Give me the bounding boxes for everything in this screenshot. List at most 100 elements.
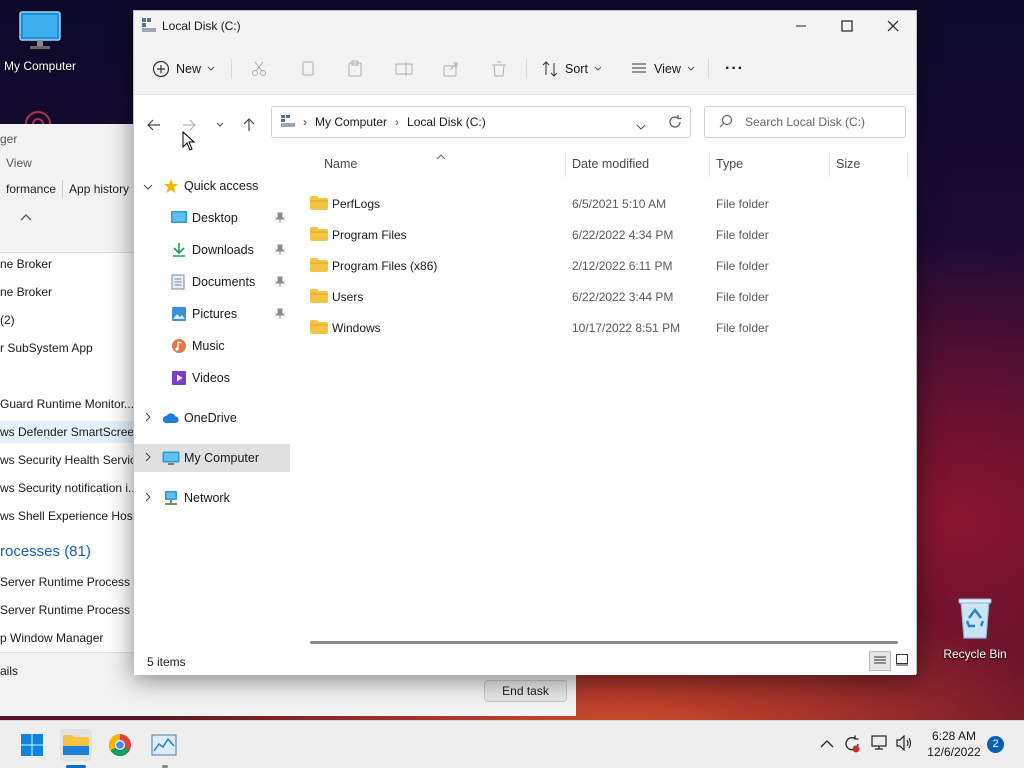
- scissors-icon: [252, 61, 266, 76]
- column-divider[interactable]: [565, 153, 566, 177]
- search-placeholder: Search Local Disk (C:): [745, 115, 866, 129]
- document-icon: [171, 274, 185, 293]
- process-row[interactable]: Server Runtime Process: [0, 571, 134, 593]
- close-button[interactable]: [870, 11, 916, 41]
- cut-button[interactable]: [250, 57, 268, 81]
- column-header-date-modified[interactable]: Date modified: [572, 157, 649, 171]
- back-button[interactable]: [142, 113, 166, 137]
- monitor-icon: [162, 451, 180, 469]
- process-row[interactable]: ne Broker: [0, 281, 134, 303]
- end-task-button[interactable]: End task: [484, 680, 567, 702]
- toolbar-separator: [526, 59, 527, 79]
- process-row[interactable]: Guard Runtime Monitor...: [0, 393, 134, 415]
- column-divider[interactable]: [829, 153, 830, 177]
- process-row[interactable]: ws Security Health Service: [0, 449, 134, 471]
- view-button-label: View: [654, 62, 681, 76]
- star-icon: [163, 178, 179, 197]
- task-manager-menu-view[interactable]: View: [6, 156, 32, 170]
- up-button[interactable]: [237, 113, 261, 137]
- search-box[interactable]: Search Local Disk (C:): [704, 106, 906, 138]
- new-button[interactable]: New: [152, 57, 215, 81]
- process-group-header[interactable]: rocesses (81): [0, 541, 134, 563]
- update-sync-icon[interactable]: [843, 735, 861, 756]
- minimize-button[interactable]: [778, 11, 824, 41]
- taskbar-task-manager[interactable]: [148, 729, 180, 761]
- refresh-icon[interactable]: [668, 115, 682, 132]
- nav-onedrive[interactable]: OneDrive: [134, 404, 290, 432]
- process-row[interactable]: p Window Manager: [0, 627, 134, 649]
- column-divider[interactable]: [907, 153, 908, 177]
- recent-locations-button[interactable]: [208, 113, 232, 137]
- file-row[interactable]: Users 6/22/2022 3:44 PM File folder: [310, 283, 906, 314]
- file-type: File folder: [716, 228, 769, 242]
- nav-downloads[interactable]: Downloads: [134, 236, 290, 264]
- nav-documents[interactable]: Documents: [134, 268, 290, 296]
- process-row[interactable]: ws Shell Experience Host: [0, 505, 134, 527]
- sort-ascending-icon: [436, 149, 446, 163]
- tab-app-history[interactable]: App history: [63, 180, 137, 198]
- file-name: Windows: [332, 321, 381, 335]
- breadcrumb-my-computer[interactable]: My Computer: [315, 115, 387, 129]
- column-header-name[interactable]: Name: [324, 157, 357, 171]
- desktop-recycle-bin[interactable]: Recycle Bin: [935, 596, 1015, 661]
- start-button[interactable]: [16, 729, 48, 761]
- process-row[interactable]: Server Runtime Process: [0, 599, 134, 621]
- close-icon: [887, 20, 899, 32]
- command-bar: New Sort View ···: [134, 43, 916, 95]
- taskbar-file-explorer[interactable]: [60, 729, 92, 761]
- process-row[interactable]: ws Defender SmartScreen: [0, 421, 134, 443]
- horizontal-scrollbar[interactable]: [310, 641, 898, 644]
- nav-music[interactable]: Music: [134, 332, 290, 360]
- minimize-icon: [796, 25, 806, 27]
- copy-icon: [302, 61, 314, 76]
- view-button[interactable]: View: [630, 57, 695, 81]
- sort-button[interactable]: Sort: [541, 57, 602, 81]
- column-header-size[interactable]: Size: [836, 157, 860, 171]
- clock[interactable]: 6:28 AM 12/6/2022: [926, 729, 982, 759]
- nav-desktop[interactable]: Desktop: [134, 204, 290, 232]
- more-options-button[interactable]: ···: [725, 57, 744, 81]
- nav-videos[interactable]: Videos: [134, 364, 290, 392]
- process-row[interactable]: ne Broker: [0, 253, 134, 275]
- taskbar-chrome[interactable]: [104, 729, 136, 761]
- process-row[interactable]: (2): [0, 309, 134, 331]
- desktop-my-computer[interactable]: My Computer: [0, 10, 80, 73]
- rename-button[interactable]: [395, 57, 413, 81]
- file-name: Program Files (x86): [332, 259, 438, 273]
- column-header-type[interactable]: Type: [716, 157, 743, 171]
- file-row[interactable]: Windows 10/17/2022 8:51 PM File folder: [310, 314, 906, 345]
- delete-button[interactable]: [490, 57, 508, 81]
- process-row[interactable]: ws Security notification i...: [0, 477, 134, 499]
- paste-button[interactable]: [346, 57, 364, 81]
- notification-badge[interactable]: 2: [987, 736, 1004, 753]
- file-row[interactable]: Program Files (x86) 2/12/2022 6:11 PM Fi…: [310, 252, 906, 283]
- file-row[interactable]: Program Files 6/22/2022 4:34 PM File fol…: [310, 221, 906, 252]
- share-button[interactable]: [442, 57, 460, 81]
- nav-network[interactable]: Network: [134, 484, 290, 512]
- volume-speaker-icon[interactable]: [895, 734, 913, 754]
- copy-button[interactable]: [299, 57, 317, 81]
- process-row[interactable]: [0, 365, 134, 387]
- column-divider[interactable]: [709, 153, 710, 177]
- maximize-icon: [841, 20, 853, 32]
- paste-icon: [348, 60, 362, 77]
- address-bar[interactable]: › My Computer › Local Disk (C:): [271, 106, 691, 138]
- address-history-chevron-down-icon[interactable]: [636, 119, 646, 133]
- file-explorer-window: Local Disk (C:) New Sort View ··· › My C…: [133, 10, 917, 675]
- nav-documents-label: Documents: [192, 275, 256, 289]
- nav-pictures[interactable]: Pictures: [134, 300, 290, 328]
- breadcrumb-local-disk[interactable]: Local Disk (C:): [407, 115, 486, 129]
- title-bar[interactable]: Local Disk (C:): [134, 11, 916, 43]
- maximize-button[interactable]: [824, 11, 870, 41]
- collapse-chevron-up-icon[interactable]: [20, 210, 32, 224]
- process-row[interactable]: r SubSystem App: [0, 337, 134, 359]
- nav-my-computer[interactable]: My Computer: [134, 444, 290, 472]
- file-row[interactable]: PerfLogs 6/5/2021 5:10 AM File folder: [310, 190, 906, 221]
- tab-performance[interactable]: formance: [0, 180, 64, 198]
- tiles-view-button[interactable]: [896, 654, 908, 669]
- network-display-icon[interactable]: [871, 735, 889, 754]
- show-hidden-icons-chevron-up-icon[interactable]: [820, 738, 834, 752]
- details-view-button[interactable]: [869, 651, 891, 671]
- fewer-details-link[interactable]: ails: [0, 664, 18, 678]
- nav-quick-access[interactable]: Quick access: [134, 172, 290, 200]
